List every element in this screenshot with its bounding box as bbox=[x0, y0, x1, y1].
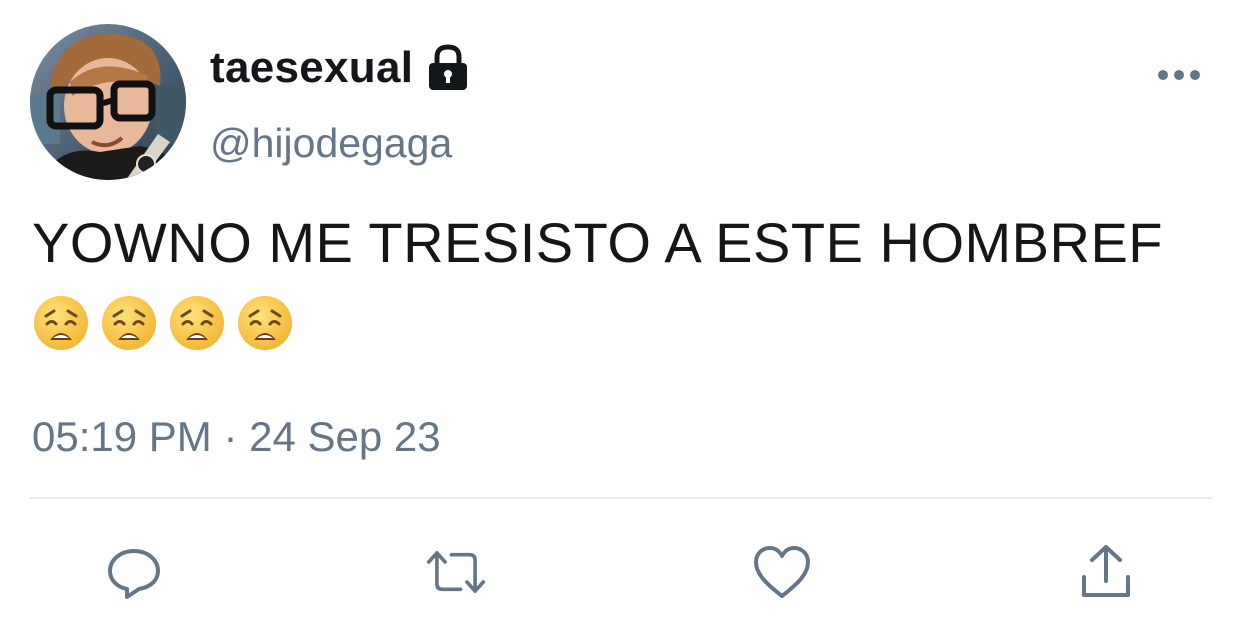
weary-face-emoji bbox=[34, 296, 88, 350]
timestamp[interactable]: 05:19 PM · 24 Sep 23 bbox=[32, 413, 441, 461]
divider bbox=[30, 497, 1212, 499]
more-icon[interactable] bbox=[1156, 62, 1202, 88]
weary-face-emoji bbox=[170, 296, 224, 350]
handle[interactable]: @hijodegaga bbox=[210, 120, 452, 167]
avatar[interactable] bbox=[30, 24, 186, 180]
retweet-icon bbox=[426, 551, 486, 593]
reply-button[interactable] bbox=[104, 542, 164, 602]
weary-face-emoji bbox=[102, 296, 156, 350]
like-button[interactable] bbox=[752, 542, 812, 602]
display-name[interactable]: taesexual bbox=[210, 43, 413, 93]
lock-icon bbox=[425, 44, 471, 92]
reply-icon bbox=[108, 549, 160, 599]
share-button[interactable] bbox=[1076, 542, 1136, 602]
author-name-row: taesexual bbox=[210, 40, 471, 96]
weary-face-emoji bbox=[238, 296, 292, 350]
tweet-text: YOWNO ME TRESISTO A ESTE HOMBREF bbox=[32, 211, 1163, 274]
retweet-button[interactable] bbox=[426, 542, 486, 602]
heart-icon bbox=[754, 546, 810, 598]
share-icon bbox=[1082, 545, 1130, 597]
emoji-row bbox=[32, 294, 294, 352]
